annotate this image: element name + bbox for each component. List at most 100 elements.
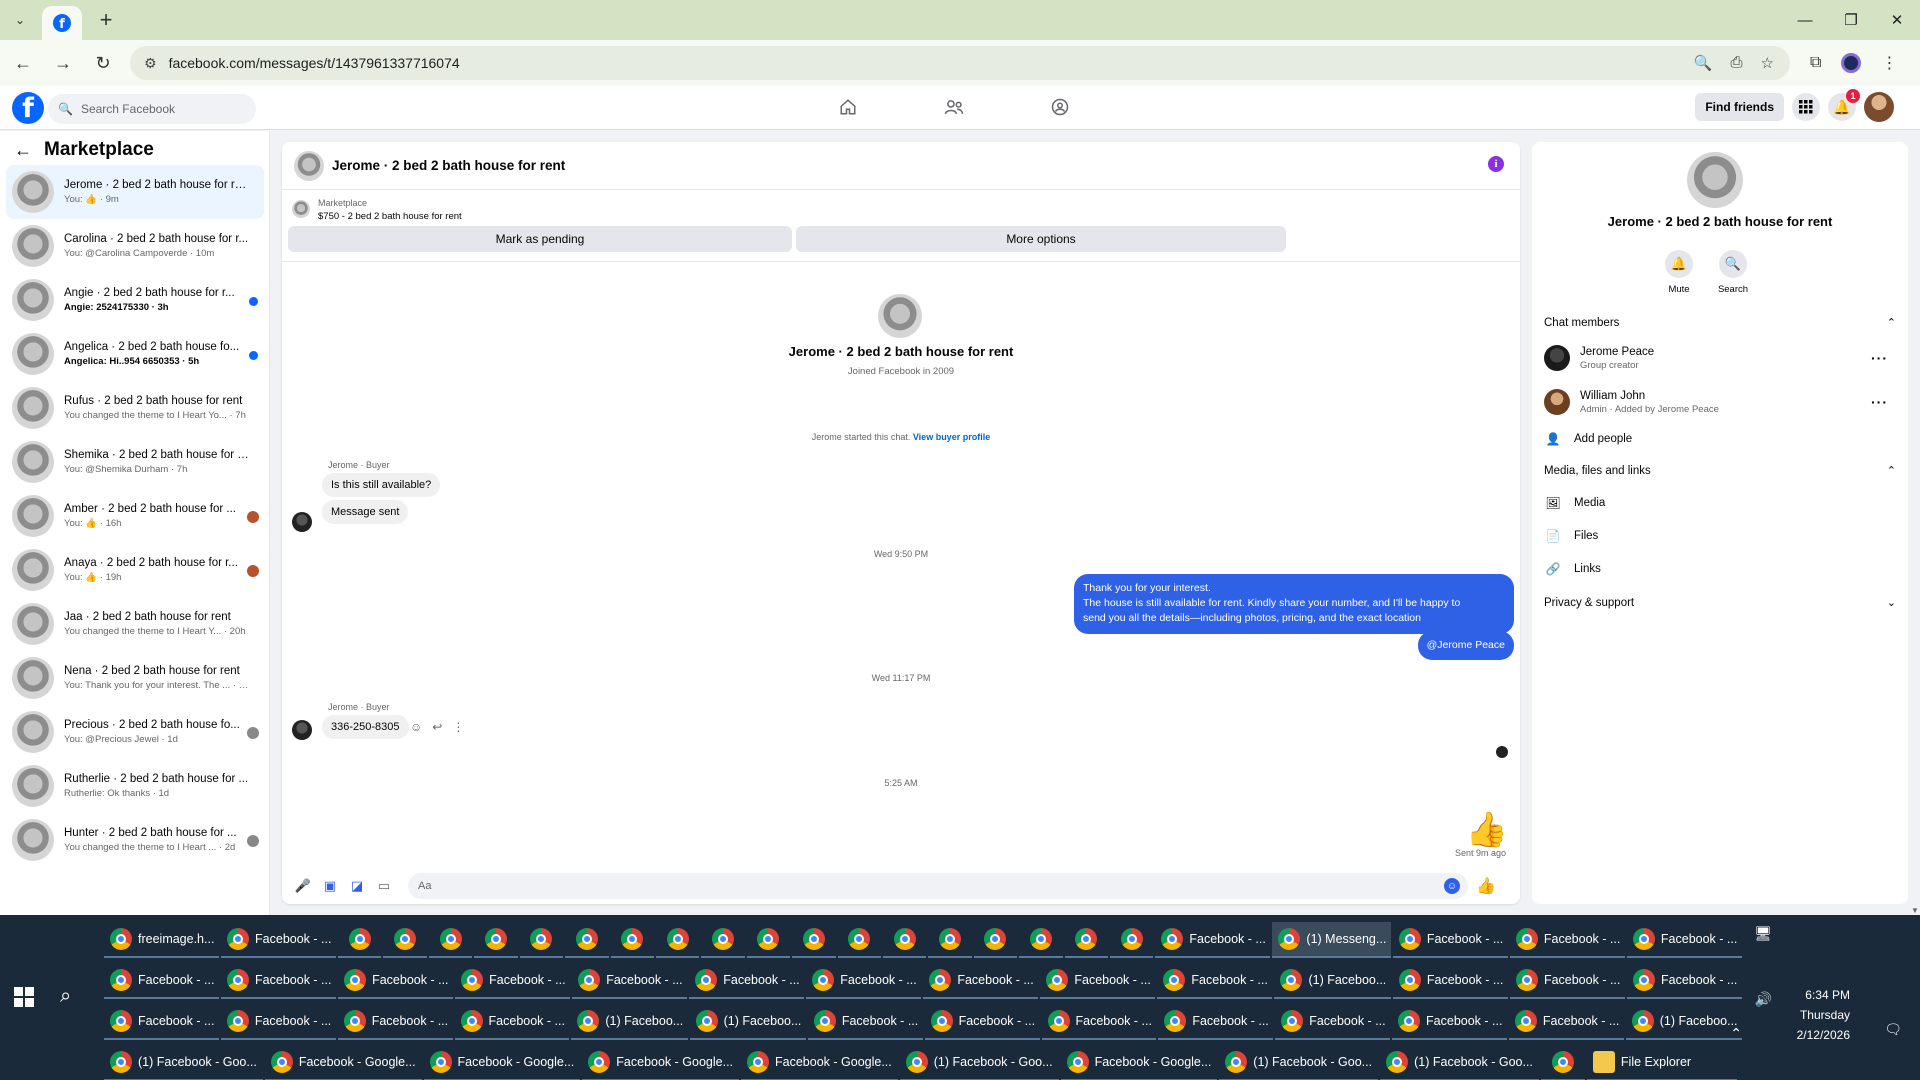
chat-member-row[interactable]: William John Admin · Added by Jerome Pea…	[1544, 384, 1896, 420]
taskbar-chrome-window[interactable]	[746, 922, 791, 958]
listing-thumbnail[interactable]	[292, 200, 310, 218]
add-people-button[interactable]: 👤 Add people	[1544, 432, 1633, 446]
mute-button[interactable]: 🔔 Mute	[1662, 250, 1696, 295]
message-bubble-incoming[interactable]: Is this still available?	[322, 473, 441, 497]
reload-icon[interactable]: ↻	[86, 46, 120, 80]
conversation-info-icon[interactable]: i	[1488, 156, 1504, 172]
member-options-icon[interactable]: ···	[1871, 350, 1888, 366]
chat-members-section-header[interactable]: Chat members ⌃	[1544, 316, 1896, 330]
conversation-item[interactable]: Nena · 2 bed 2 bath house for rent You: T…	[6, 651, 264, 705]
taskbar-chrome-window[interactable]	[1540, 1045, 1585, 1080]
taskbar-chrome-window[interactable]	[565, 922, 609, 958]
taskbar-chrome-window[interactable]: Facebook - ...	[1508, 1004, 1624, 1040]
details-avatar[interactable]	[1687, 152, 1743, 208]
windows-start-icon[interactable]	[14, 987, 34, 1007]
taskbar-chrome-window[interactable]: Facebook - ...	[104, 963, 220, 999]
browser-tab-facebook[interactable]: f	[42, 6, 82, 40]
conversation-item[interactable]: Amber · 2 bed 2 bath house for ... You: 👍…	[6, 489, 264, 543]
tab-search-dropdown-icon[interactable]: ⌄	[6, 6, 34, 34]
files-item[interactable]: 📄 Files	[1544, 529, 1599, 543]
media-item[interactable]: 🖼 Media	[1544, 496, 1605, 510]
taskbar-file-explorer[interactable]: File Explorer	[1586, 1045, 1737, 1080]
media-files-links-section-header[interactable]: Media, files and links ⌃	[1544, 464, 1896, 478]
taskbar-chrome-window[interactable]	[383, 922, 427, 958]
conversation-item[interactable]: Angelica · 2 bed 2 bath house fo... Angel…	[6, 327, 264, 381]
page-scrollbar[interactable]: ▼	[1910, 131, 1920, 915]
taskbar-chrome-window[interactable]: (1) Facebook - Goo...	[899, 1045, 1059, 1080]
taskbar-chrome-window[interactable]	[928, 922, 972, 958]
chat-title[interactable]: Jerome · 2 bed 2 bath house for rent	[332, 158, 565, 173]
sender-avatar[interactable]	[292, 720, 312, 740]
taskbar-chrome-window[interactable]	[1019, 922, 1063, 958]
view-buyer-profile-link[interactable]: View buyer profile	[913, 432, 990, 442]
taskbar-chrome-window[interactable]: Facebook - ...	[1158, 1004, 1274, 1040]
facebook-search-input[interactable]: 🔍 Search Facebook	[48, 94, 256, 124]
links-item[interactable]: 🔗 Links	[1544, 562, 1601, 576]
taskbar-chrome-window[interactable]: (1) Facebook - Goo...	[1380, 1045, 1539, 1080]
taskbar-chrome-window[interactable]: Facebook - ...	[1392, 963, 1508, 999]
conversation-item[interactable]: Angie · 2 bed 2 bath house for r... Angie…	[6, 273, 264, 327]
taskbar-chrome-window[interactable]: (1) Faceboo...	[1274, 963, 1391, 999]
taskbar-chrome-window[interactable]: Facebook - ...	[923, 963, 1039, 999]
taskbar-chrome-window[interactable]: Facebook - ...	[1041, 1004, 1157, 1040]
taskbar-chrome-window[interactable]: Facebook - ...	[806, 963, 922, 999]
back-arrow-icon[interactable]: ←	[6, 46, 40, 80]
conversation-item[interactable]: Carolina · 2 bed 2 bath house for r... Yo…	[6, 219, 264, 273]
taskbar-search-icon[interactable]: ⌕	[60, 985, 71, 1008]
taskbar-chrome-window[interactable]: Facebook - Google...	[423, 1045, 581, 1080]
bookmark-star-icon[interactable]: ☆	[1761, 54, 1774, 72]
taskbar-chrome-window[interactable]: Facebook - ...	[1155, 922, 1271, 958]
search-in-conversation-button[interactable]: 🔍 Search	[1716, 250, 1750, 295]
send-like-icon[interactable]: 👍	[1476, 876, 1496, 896]
conversation-item[interactable]: Jerome · 2 bed 2 bath house for rent You:…	[6, 165, 264, 219]
chat-avatar[interactable]	[294, 150, 324, 181]
forward-arrow-icon[interactable]: →	[46, 46, 80, 80]
taskbar-chrome-window[interactable]: (1) Faceboo...	[689, 1004, 806, 1040]
taskbar-chrome-window[interactable]	[655, 922, 700, 958]
browser-profile-icon[interactable]	[1841, 53, 1862, 73]
sender-avatar[interactable]	[292, 512, 312, 532]
taskbar-chrome-window[interactable]	[973, 922, 1018, 958]
taskbar-chrome-window[interactable]	[519, 922, 564, 958]
listing-title[interactable]: $750 - 2 bed 2 bath house for rent	[318, 211, 462, 222]
taskbar-chrome-window[interactable]: (1) Facebook - Goo...	[1219, 1045, 1379, 1080]
taskbar-chrome-window[interactable]	[1064, 922, 1108, 958]
taskbar-chrome-window[interactable]: freeimage.h...	[104, 922, 220, 958]
facebook-logo-icon[interactable]: f	[12, 92, 44, 124]
scroll-down-arrow-icon[interactable]: ▼	[1911, 906, 1919, 915]
microphone-icon[interactable]: 🎤	[292, 875, 314, 897]
taskbar-chrome-window[interactable]: Facebook - ...	[1392, 1004, 1507, 1040]
taskbar-chrome-window[interactable]	[474, 922, 518, 958]
conversation-item[interactable]: Precious · 2 bed 2 bath house fo... You: …	[6, 705, 264, 759]
back-arrow-icon[interactable]: ←	[14, 140, 32, 161]
home-icon[interactable]	[830, 92, 866, 122]
taskbar-chrome-window[interactable]: (1) Facebook - Goo...	[104, 1045, 263, 1080]
install-app-icon[interactable]: ⎙	[1731, 54, 1743, 72]
taskbar-chrome-window[interactable]: Facebook - Google...	[741, 1045, 898, 1080]
taskbar-chrome-window[interactable]: Facebook - ...	[689, 963, 805, 999]
show-hidden-icons-chevron-icon[interactable]: ⌃	[1730, 1025, 1742, 1042]
taskbar-chrome-window[interactable]	[792, 922, 836, 958]
taskbar-chrome-window[interactable]: Facebook - ...	[924, 1004, 1040, 1040]
notification-center-icon[interactable]: 🗨	[1884, 1021, 1902, 1038]
conversation-item[interactable]: Hunter · 2 bed 2 bath house for ... You c…	[6, 813, 264, 867]
restore-icon[interactable]: ❐	[1828, 0, 1874, 40]
emoji-picker-icon[interactable]: ☺	[1444, 878, 1460, 894]
privacy-support-section-header[interactable]: Privacy & support ⌄	[1544, 596, 1896, 610]
more-actions-icon[interactable]: ⋮	[452, 720, 464, 734]
find-friends-button[interactable]: Find friends	[1695, 93, 1784, 121]
notifications-bell-icon[interactable]: 🔔 1	[1828, 89, 1860, 121]
desktop-icon[interactable]: 🖥	[1754, 925, 1772, 942]
zoom-icon[interactable]: 🔍	[1694, 54, 1713, 72]
extensions-icon[interactable]: ⧉	[1810, 54, 1821, 72]
browser-menu-icon[interactable]: ⋮	[1881, 53, 1897, 73]
chat-member-row[interactable]: Jerome Peace Group creator ···	[1544, 340, 1896, 376]
sticker-icon[interactable]: ◪	[346, 875, 368, 897]
volume-icon[interactable]: 🔊	[1755, 991, 1772, 1008]
taskbar-chrome-window[interactable]: Facebook - Google...	[264, 1045, 422, 1080]
conversation-item[interactable]: Rutherlie · 2 bed 2 bath house for ... Ru…	[6, 759, 264, 813]
groups-icon[interactable]	[1042, 92, 1078, 122]
taskbar-chrome-window[interactable]: Facebook - ...	[221, 922, 337, 958]
taskbar-chrome-window[interactable]: Facebook - ...	[104, 1004, 219, 1040]
taskbar-chrome-window[interactable]: Facebook - ...	[338, 963, 454, 999]
